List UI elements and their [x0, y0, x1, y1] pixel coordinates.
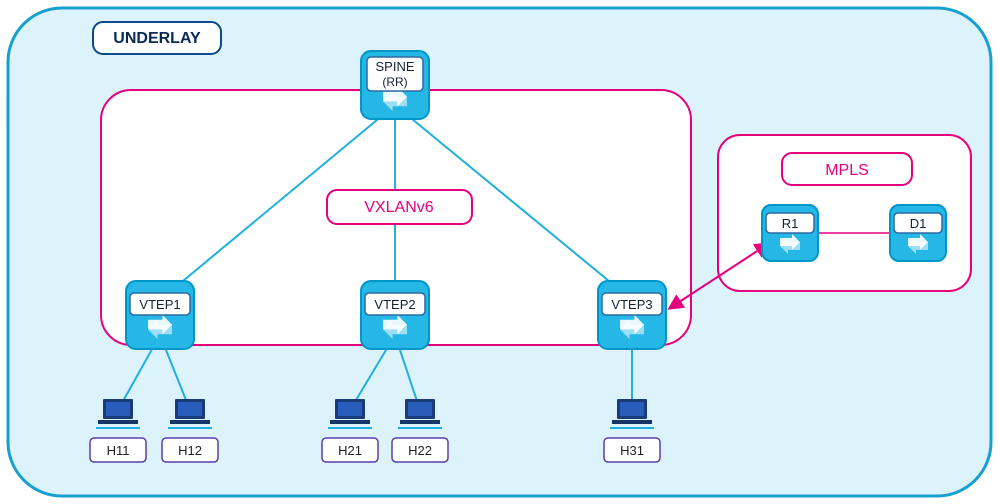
- vtep1-label: VTEP1: [139, 297, 180, 312]
- diagram-canvas: UNDERLAY SPINE (RR) VXLANv6 VTEP1: [0, 0, 999, 504]
- d1-label: D1: [910, 216, 927, 231]
- spine-label: SPINE: [375, 59, 414, 74]
- spine-sub: (RR): [382, 75, 407, 89]
- vtep2-label: VTEP2: [374, 297, 415, 312]
- node-vtep2: VTEP2: [361, 281, 429, 349]
- underlay-title: UNDERLAY: [113, 30, 201, 47]
- fabric-label-chip: VXLANv6: [327, 190, 472, 224]
- mpls-label-chip: MPLS: [782, 153, 912, 185]
- fabric-label: VXLANv6: [364, 199, 433, 216]
- host-label-h31: H31: [604, 438, 660, 462]
- r1-label: R1: [782, 216, 799, 231]
- h12-label: H12: [178, 443, 202, 458]
- h11-label: H11: [107, 443, 130, 458]
- h22-label: H22: [408, 443, 432, 458]
- host-label-h22: H22: [392, 438, 448, 462]
- host-label-h11: H11: [90, 438, 146, 462]
- node-vtep3: VTEP3: [598, 281, 666, 349]
- node-vtep1: VTEP1: [126, 281, 194, 349]
- h21-label: H21: [338, 443, 362, 458]
- host-label-h12: H12: [162, 438, 218, 462]
- h31-label: H31: [620, 443, 644, 458]
- node-d1: D1: [890, 205, 946, 261]
- node-r1: R1: [762, 205, 818, 261]
- mpls-label: MPLS: [825, 162, 869, 179]
- host-label-h21: H21: [322, 438, 378, 462]
- node-spine: SPINE (RR): [361, 51, 429, 119]
- vtep3-label: VTEP3: [611, 297, 652, 312]
- title-chip: UNDERLAY: [93, 22, 221, 54]
